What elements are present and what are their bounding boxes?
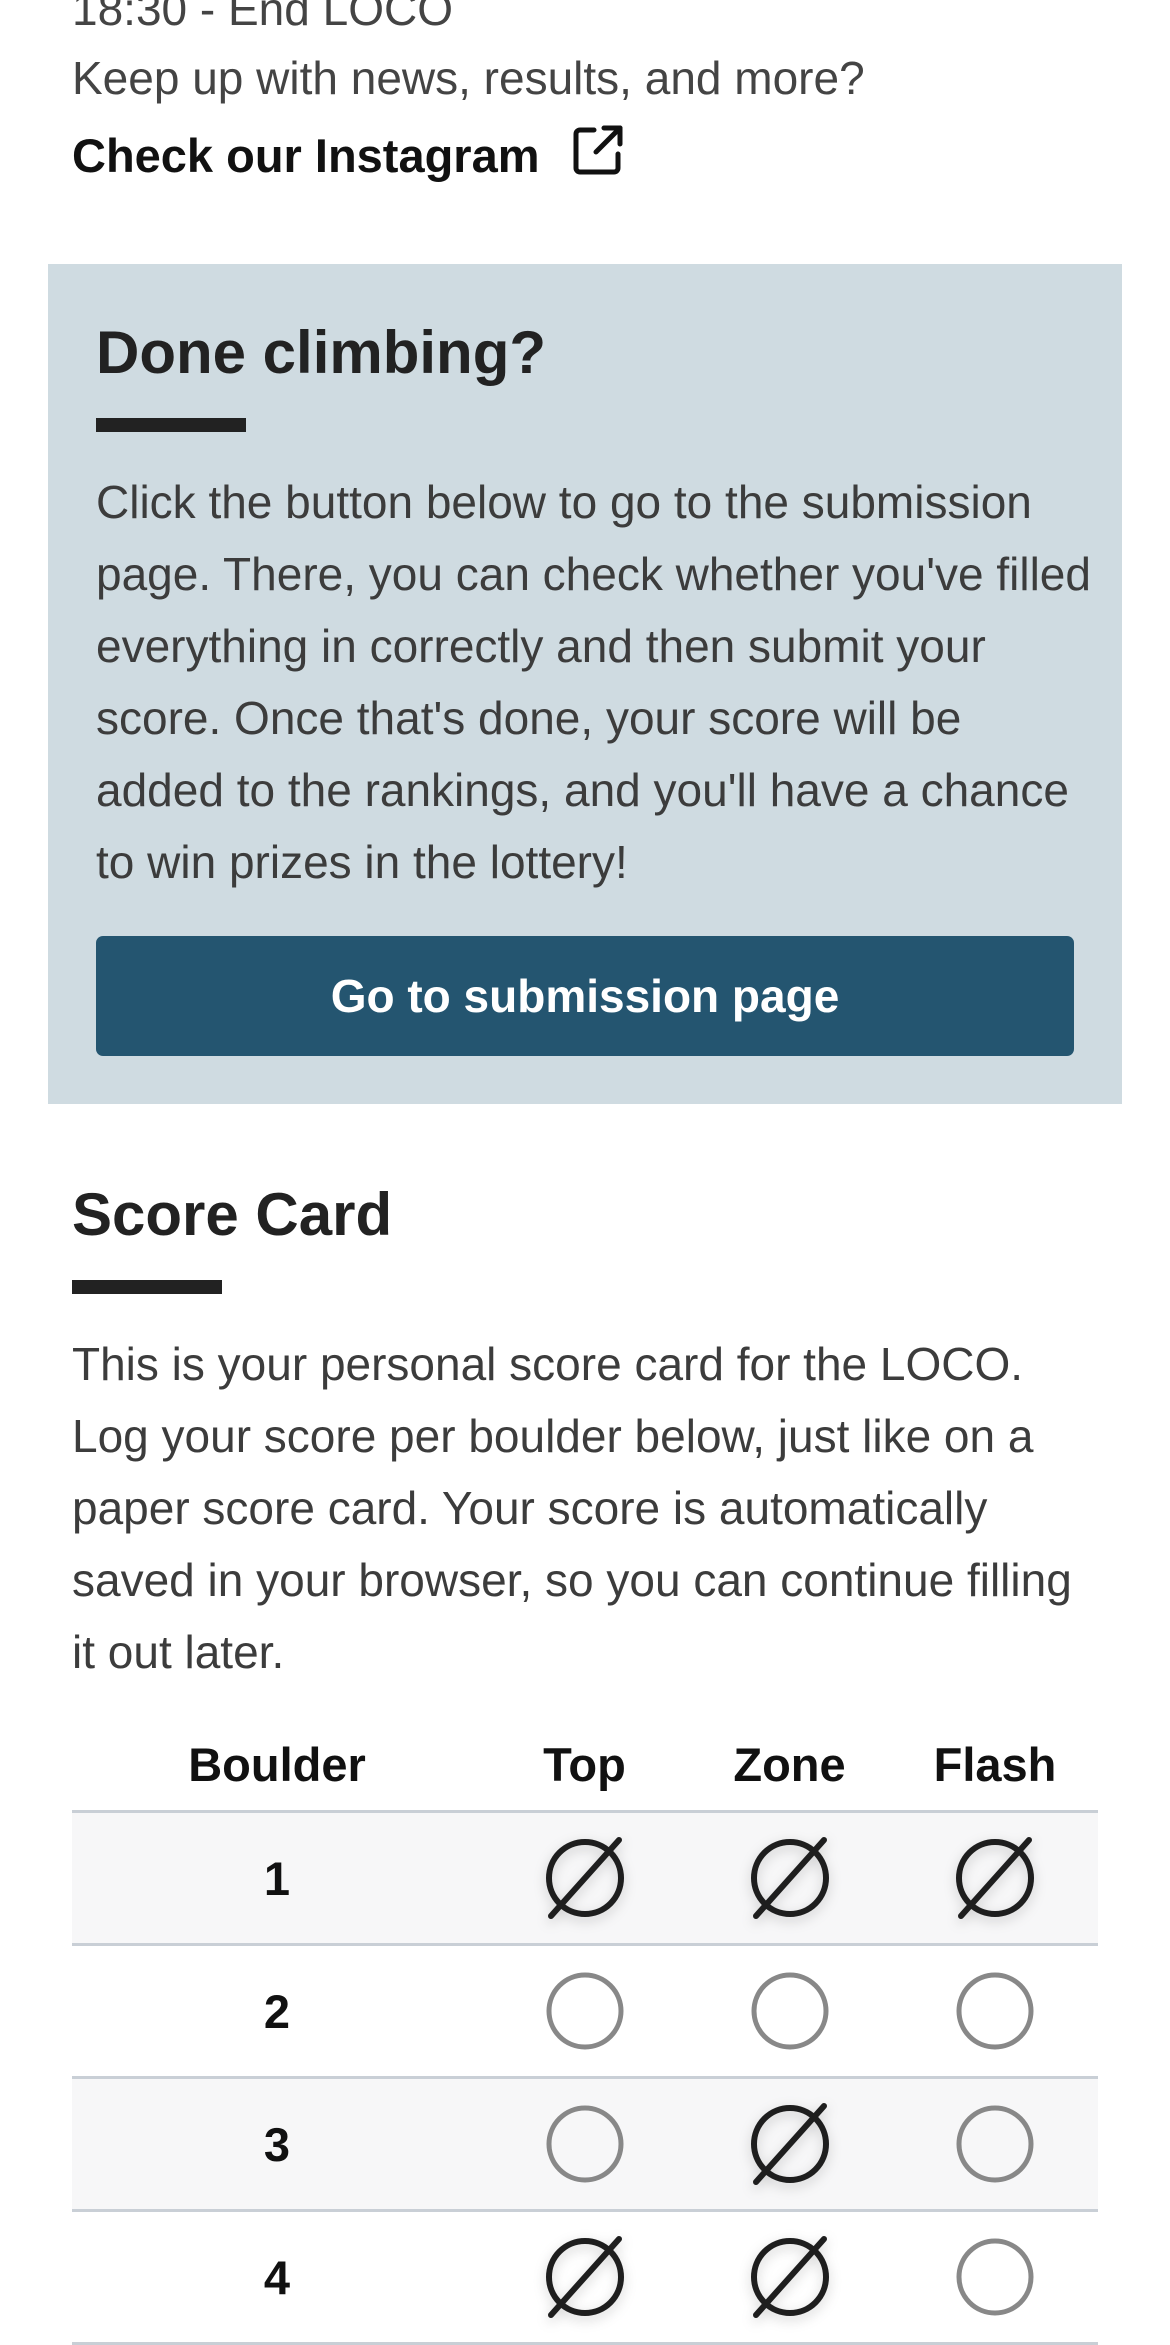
- slashed-circle-icon: [750, 1837, 829, 1919]
- boulder-number: 4: [263, 2250, 291, 2304]
- slashed-circle-icon: [750, 2236, 829, 2318]
- boulder-number: 1: [263, 1851, 291, 1905]
- page: 18:30 - End LOCO Keep up with news, resu…: [0, 0, 1170, 2345]
- done-climbing-title: Done climbing?: [96, 319, 546, 386]
- column-header-boulder: Boulder: [72, 1718, 482, 1813]
- top-checkbox[interactable]: [543, 2235, 627, 2319]
- score-table-header: Boulder Top Zone Flash: [72, 1718, 1098, 1813]
- slashed-circle-icon: [545, 2236, 624, 2318]
- slashed-circle-icon: [545, 1837, 624, 1919]
- empty-circle-icon: [956, 2238, 1034, 2316]
- column-header-top: Top: [482, 1718, 687, 1813]
- score-table: Boulder Top Zone Flash 1 2 3 4: [72, 1718, 1098, 2345]
- score-card-text: This is your personal score card for the…: [72, 1338, 1072, 1678]
- zone-checkbox[interactable]: [748, 1836, 832, 1920]
- column-header-flash: Flash: [892, 1718, 1098, 1813]
- table-row: 1: [72, 1811, 1098, 1946]
- go-to-submission-button[interactable]: Go to submission page: [96, 936, 1074, 1056]
- flash-checkbox[interactable]: [953, 2102, 1037, 2186]
- boulder-number: 3: [263, 2117, 291, 2171]
- table-row: 4: [72, 2210, 1098, 2345]
- table-row: 3: [72, 2077, 1098, 2212]
- empty-circle-icon: [956, 1972, 1034, 2050]
- empty-circle-icon: [956, 2105, 1034, 2183]
- boulder-cell: 4: [72, 2210, 482, 2345]
- top-checkbox[interactable]: [543, 1836, 627, 1920]
- boulder-cell: 2: [72, 1944, 482, 2079]
- slashed-circle-icon: [750, 2103, 829, 2185]
- empty-circle-icon: [546, 1972, 623, 2050]
- boulder-cell: 1: [72, 1811, 482, 1946]
- top-info: 18:30 - End LOCO Keep up with news, resu…: [72, 0, 1102, 182]
- instagram-link-label: Check our Instagram: [72, 129, 540, 182]
- boulder-number: 2: [263, 1984, 291, 2038]
- title-underline: [72, 1280, 222, 1294]
- done-climbing-text: Click the button below to go to the subm…: [96, 476, 1091, 888]
- top-checkbox[interactable]: [543, 2102, 627, 2186]
- score-card-title: Score Card: [72, 1181, 393, 1248]
- column-header-zone: Zone: [687, 1718, 892, 1813]
- flash-checkbox[interactable]: [953, 1836, 1037, 1920]
- zone-checkbox[interactable]: [748, 2102, 832, 2186]
- flash-checkbox[interactable]: [953, 2235, 1037, 2319]
- boulder-cell: 3: [72, 2077, 482, 2212]
- flash-checkbox[interactable]: [953, 1969, 1037, 2053]
- done-climbing-panel: Done climbing? Click the button below to…: [48, 264, 1122, 1104]
- empty-circle-icon: [751, 1972, 828, 2050]
- instagram-link[interactable]: Check our Instagram: [72, 122, 626, 189]
- slashed-circle-icon: [956, 1837, 1034, 1919]
- news-line-text: Keep up with news, results, and more?: [72, 52, 865, 104]
- title-underline: [96, 418, 246, 432]
- table-row: 2: [72, 1944, 1098, 2079]
- zone-checkbox[interactable]: [748, 2235, 832, 2319]
- external-link-icon: [570, 122, 626, 189]
- top-checkbox[interactable]: [543, 1969, 627, 2053]
- end-time-text: 18:30 - End LOCO: [72, 0, 453, 35]
- zone-checkbox[interactable]: [748, 1969, 832, 2053]
- empty-circle-icon: [546, 2105, 623, 2183]
